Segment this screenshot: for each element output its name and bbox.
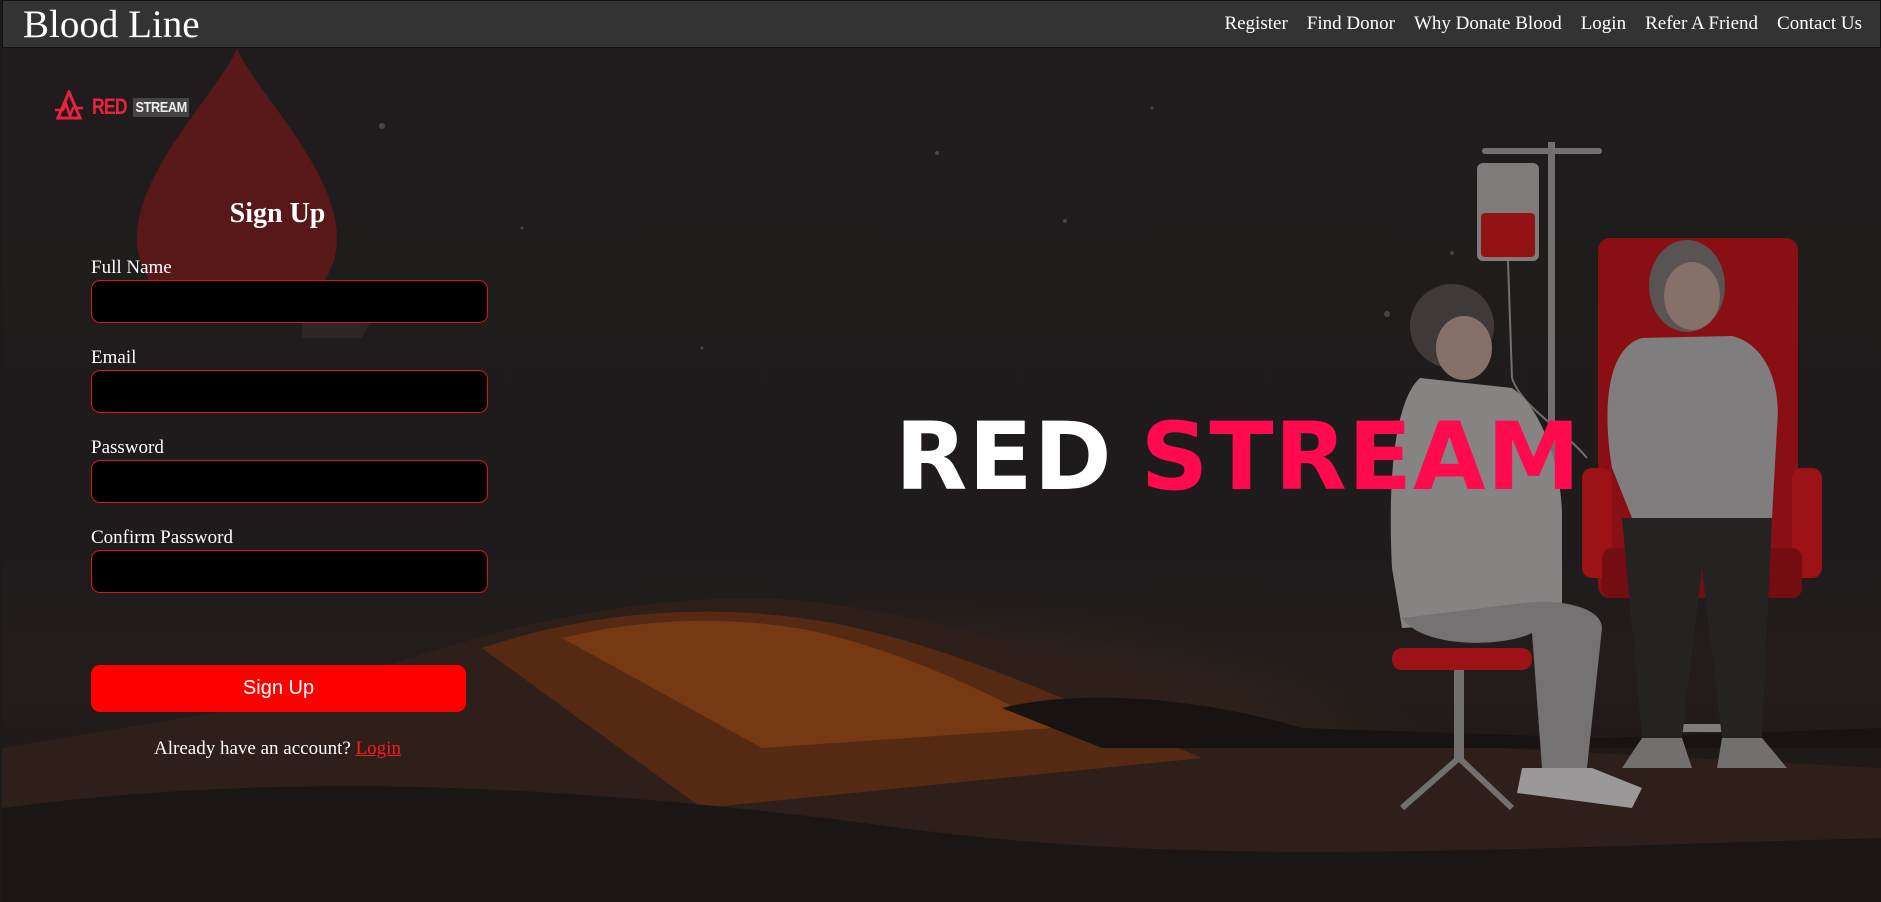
confirm-password-input[interactable] <box>91 550 488 593</box>
login-prompt: Already have an account? Login <box>89 738 466 760</box>
hero-title: RED STREAM <box>895 408 1581 508</box>
nav-links: Register Find Donor Why Donate Blood Log… <box>1224 12 1862 36</box>
logo-text-red: RED <box>92 94 128 119</box>
form-title: Sign Up <box>229 198 326 229</box>
page: Blood Line Register Find Donor Why Donat… <box>2 0 1881 902</box>
nav-link-refer-a-friend[interactable]: Refer A Friend <box>1645 12 1758 36</box>
login-prompt-text: Already have an account? <box>154 738 351 759</box>
logo-text-stream: STREAM <box>133 97 190 117</box>
hero-title-red: RED <box>895 403 1113 512</box>
nav-link-find-donor[interactable]: Find Donor <box>1307 12 1395 36</box>
nav-link-login[interactable]: Login <box>1581 12 1626 36</box>
signup-button[interactable]: Sign Up <box>91 665 466 712</box>
hero-title-stream: STREAM <box>1140 403 1582 512</box>
full-name-label: Full Name <box>91 257 172 278</box>
redstream-logo[interactable]: RED STREAM <box>52 90 200 124</box>
brand-title[interactable]: Blood Line <box>23 3 200 47</box>
login-link[interactable]: Login <box>356 738 401 759</box>
heartbeat-logo-icon <box>55 90 83 120</box>
navbar: Blood Line Register Find Donor Why Donat… <box>2 0 1881 48</box>
nav-link-why-donate-blood[interactable]: Why Donate Blood <box>1414 12 1562 36</box>
nav-link-contact-us[interactable]: Contact Us <box>1777 12 1862 36</box>
nav-link-register[interactable]: Register <box>1224 12 1287 36</box>
password-input[interactable] <box>91 460 488 503</box>
email-label: Email <box>91 347 137 368</box>
full-name-input[interactable] <box>91 280 488 323</box>
password-label: Password <box>91 437 164 458</box>
confirm-password-label: Confirm Password <box>91 527 233 548</box>
email-input[interactable] <box>91 370 488 413</box>
